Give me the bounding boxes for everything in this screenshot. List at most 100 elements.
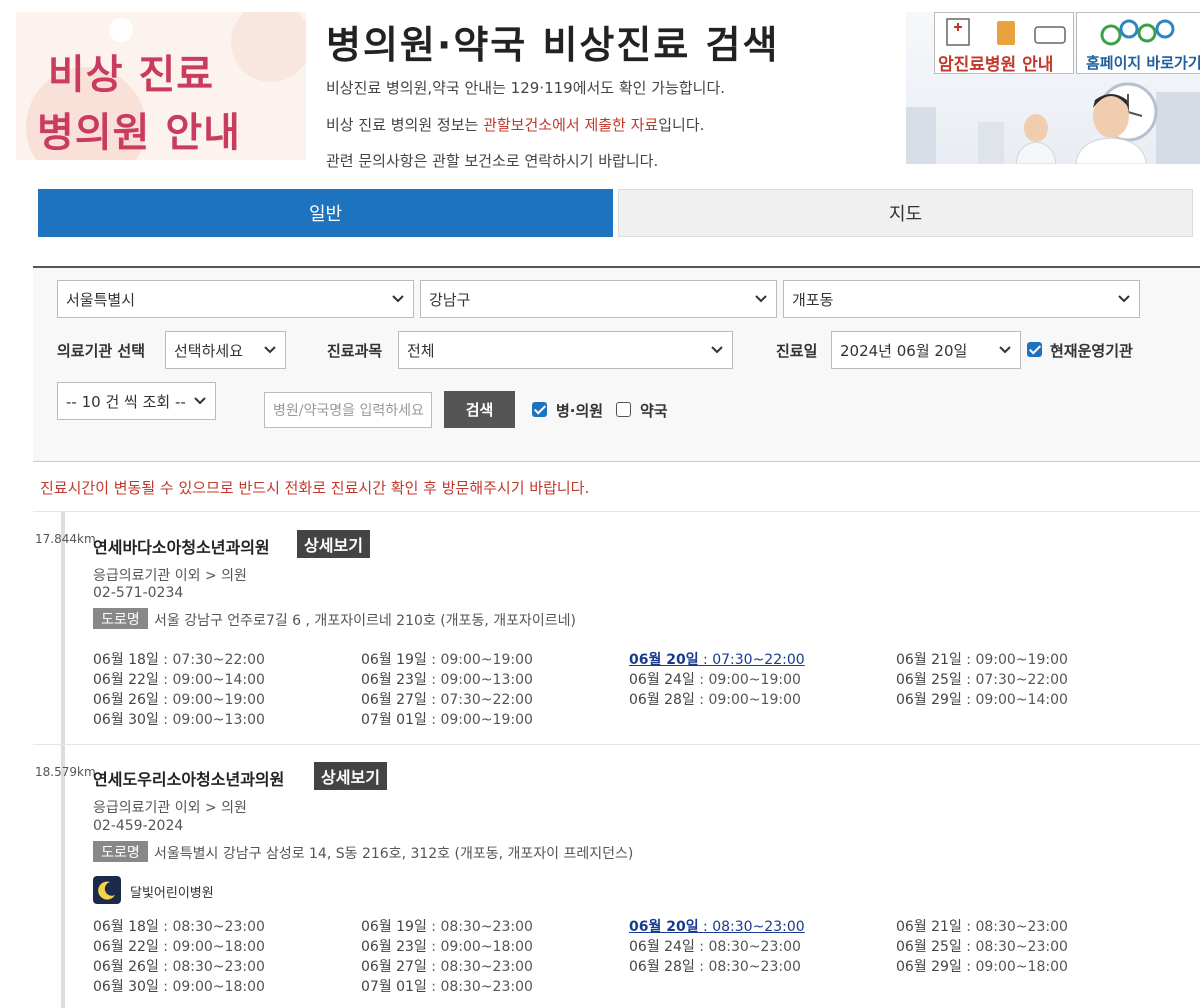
hours-entry: 06월 19일 : 09:00~19:00 [361, 649, 533, 669]
result-name[interactable]: 연세바다소아청소년과의원 [93, 534, 270, 558]
result-phone: 02-571-0234 [93, 585, 184, 601]
hours-day: 06월 21일 [896, 919, 962, 935]
chevron-down-icon [711, 346, 723, 354]
hours-time: : 09:00~18:00 [426, 939, 533, 955]
hours-time: : 09:00~13:00 [158, 712, 265, 728]
hours-entry: 06월 19일 : 08:30~23:00 [361, 916, 533, 936]
hours-time: : 09:00~19:00 [694, 692, 801, 708]
hours-entry: 06월 22일 : 09:00~18:00 [93, 936, 265, 956]
hours-day: 06월 23일 [361, 672, 427, 688]
hours-time: : 08:30~23:00 [694, 959, 801, 975]
road-address-badge: 도로명 [93, 841, 148, 862]
hours-time: : 07:30~22:00 [698, 652, 805, 668]
cancer-hospital-link-label[interactable]: 암진료병원 안내 [938, 50, 1053, 75]
road-address-badge: 도로명 [93, 608, 148, 629]
hours-time: : 08:30~23:00 [158, 959, 265, 975]
search-button[interactable]: 검색 [444, 391, 515, 428]
hours-day: 06월 25일 [896, 672, 962, 688]
dong-select[interactable]: 개포동 [783, 280, 1140, 318]
hospital-icons [946, 18, 1066, 46]
hours-day: 06월 23일 [361, 939, 427, 955]
institution-type-label: 의료기관 선택 [57, 342, 146, 360]
hours-day: 06월 28일 [629, 959, 695, 975]
hours-time: : 09:00~19:00 [694, 672, 801, 688]
hours-time: : 09:00~19:00 [158, 692, 265, 708]
chevron-down-icon [999, 346, 1011, 354]
hours-day: 06월 22일 [93, 672, 159, 688]
homepage-logo [1100, 19, 1175, 46]
hours-entry: 06월 26일 : 09:00~19:00 [93, 689, 265, 709]
date-label: 진료일 [776, 342, 818, 360]
city-select[interactable]: 서울특별시 [57, 280, 414, 318]
tab-map[interactable]: 지도 [618, 189, 1193, 237]
hours-time: : 07:30~22:00 [158, 652, 265, 668]
detail-button[interactable]: 상세보기 [297, 530, 370, 558]
hours-entry: 06월 24일 : 09:00~19:00 [629, 669, 801, 689]
emergency-clinic-banner: 비상 진료 병의원 안내 [16, 12, 306, 160]
hours-entry: 06월 29일 : 09:00~18:00 [896, 956, 1068, 976]
tab-general[interactable]: 일반 [38, 189, 613, 237]
moonlight-clinic-badge: 달빛어린이병원 [130, 886, 214, 901]
result-category: 응급의료기관 이외 > 의원 [93, 568, 247, 584]
hours-day: 06월 20일 [629, 919, 699, 935]
hours-time: : 09:00~14:00 [961, 692, 1068, 708]
operating-now-label: 현재운영기관 [1050, 342, 1133, 360]
hours-day: 06월 19일 [361, 652, 427, 668]
hours-time: : 08:30~23:00 [426, 979, 533, 995]
detail-button[interactable]: 상세보기 [314, 762, 387, 790]
hours-entry-today[interactable]: 06월 20일 : 07:30~22:00 [629, 649, 805, 669]
hours-entry: 06월 28일 : 08:30~23:00 [629, 956, 801, 976]
department-label: 진료과목 [327, 342, 383, 360]
result-address: 서울 강남구 언주로7길 6 , 개포자이르네 210호 (개포동, 개포자이르… [154, 613, 576, 629]
page-title: 병의원·약국 비상진료 검색 [326, 23, 780, 67]
hours-entry: 06월 30일 : 09:00~18:00 [93, 976, 265, 996]
banner-text-line2: 병의원 안내 [37, 110, 241, 156]
hours-time: : 08:30~23:00 [961, 939, 1068, 955]
divider [33, 744, 1200, 745]
page-size-select[interactable]: -- 10 건 씩 조회 -- [57, 382, 216, 420]
result-timeline [61, 745, 65, 1008]
pharmacy-checkbox[interactable] [616, 402, 631, 417]
clinic-checkbox[interactable] [532, 402, 547, 417]
hours-day: 07월 01일 [361, 712, 427, 728]
department-select[interactable]: 전체 [398, 331, 733, 369]
hours-day: 06월 30일 [93, 712, 159, 728]
hours-time: : 09:00~18:00 [158, 979, 265, 995]
side-banner: 암진료병원 안내 홈페이지 바로가기 [906, 12, 1200, 164]
district-select[interactable]: 강남구 [420, 280, 777, 318]
hours-day: 06월 24일 [629, 939, 695, 955]
institution-type-select[interactable]: 선택하세요 [165, 331, 286, 369]
moon-icon [93, 876, 121, 904]
hours-time: : 08:30~23:00 [426, 919, 533, 935]
hours-entry: 06월 28일 : 09:00~19:00 [629, 689, 801, 709]
result-distance: 18.579km [35, 765, 96, 779]
hours-entry: 06월 21일 : 09:00~19:00 [896, 649, 1068, 669]
hours-day: 06월 24일 [629, 672, 695, 688]
result-category: 응급의료기관 이외 > 의원 [93, 800, 247, 816]
hours-entry: 06월 29일 : 09:00~14:00 [896, 689, 1068, 709]
hours-entry-today[interactable]: 06월 20일 : 08:30~23:00 [629, 916, 805, 936]
hours-time: : 08:30~23:00 [694, 939, 801, 955]
chevron-down-icon [1118, 295, 1130, 303]
homepage-link-label[interactable]: 홈페이지 바로가기 [1086, 52, 1200, 73]
hours-day: 07월 01일 [361, 979, 427, 995]
chevron-down-icon [194, 397, 206, 405]
hours-notice: 진료시간이 변동될 수 있으므로 반드시 전화로 진료시간 확인 후 방문해주시… [40, 479, 590, 497]
hours-day: 06월 27일 [361, 959, 427, 975]
hours-time: : 09:00~18:00 [961, 959, 1068, 975]
intro-text-2: 비상 진료 병의원 정보는 관할보건소에서 제출한 자료입니다. [326, 116, 705, 134]
hours-entry: 06월 25일 : 08:30~23:00 [896, 936, 1068, 956]
hours-entry: 07월 01일 : 08:30~23:00 [361, 976, 533, 996]
result-distance: 17.844km [35, 532, 96, 546]
chevron-down-icon [264, 346, 276, 354]
name-search-input[interactable]: 병원/약국명을 입력하세요 [264, 392, 432, 428]
hours-time: : 09:00~18:00 [158, 939, 265, 955]
date-select[interactable]: 2024년 06월 20일 [831, 331, 1021, 369]
hours-day: 06월 29일 [896, 692, 962, 708]
operating-now-checkbox[interactable] [1027, 342, 1042, 357]
hours-time: : 09:00~19:00 [426, 652, 533, 668]
intro-text-1: 비상진료 병의원,약국 안내는 129·119에서도 확인 가능합니다. [326, 79, 726, 97]
hours-entry: 06월 24일 : 08:30~23:00 [629, 936, 801, 956]
result-name[interactable]: 연세도우리소아청소년과의원 [93, 766, 284, 790]
result-phone: 02-459-2024 [93, 818, 184, 834]
